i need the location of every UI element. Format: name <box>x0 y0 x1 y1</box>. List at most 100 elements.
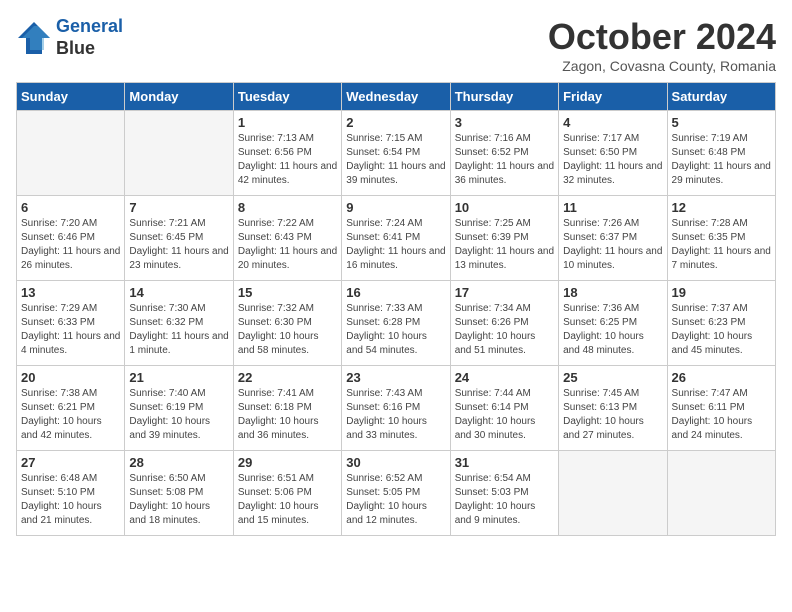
day-number: 19 <box>672 285 771 300</box>
day-info: Sunrise: 7:37 AMSunset: 6:23 PMDaylight:… <box>672 302 771 358</box>
calendar-cell: 23Sunrise: 7:43 AMSunset: 6:16 PMDayligh… <box>342 366 450 451</box>
day-info: Sunrise: 6:50 AMSunset: 5:08 PMDaylight:… <box>129 472 228 528</box>
calendar-cell <box>559 451 667 536</box>
calendar-week-row: 20Sunrise: 7:38 AMSunset: 6:21 PMDayligh… <box>17 366 776 451</box>
day-number: 10 <box>455 200 554 215</box>
day-info: Sunrise: 7:20 AMSunset: 6:46 PMDaylight:… <box>21 217 120 273</box>
calendar-cell: 29 Sunrise: 6:51 AMSunset: 5:06 PMDayligh… <box>233 451 341 536</box>
calendar-cell: 21 Sunrise: 7:40 AMSunset: 6:19 PMDayligh… <box>125 366 233 451</box>
weekday-header-row: SundayMondayTuesdayWednesdayThursdayFrid… <box>17 83 776 111</box>
day-number: 28 <box>129 455 228 470</box>
day-info: Sunrise: 7:34 AMSunset: 6:26 PMDaylight:… <box>455 302 554 358</box>
calendar-cell: 6Sunrise: 7:20 AMSunset: 6:46 PMDaylight… <box>17 196 125 281</box>
calendar-cell: 11 Sunrise: 7:26 AMSunset: 6:37 PMDayligh… <box>559 196 667 281</box>
calendar-cell: 7 Sunrise: 7:21 AMSunset: 6:45 PMDaylight… <box>125 196 233 281</box>
calendar-cell: 9 Sunrise: 7:24 AMSunset: 6:41 PMDaylight… <box>342 196 450 281</box>
logo-icon <box>16 20 52 56</box>
calendar-cell <box>17 111 125 196</box>
day-info: Sunrise: 7:36 AMSunset: 6:25 PMDaylight:… <box>563 302 662 358</box>
day-info: Sunrise: 7:21 AMSunset: 6:45 PMDaylight:… <box>129 217 228 273</box>
weekday-header-thursday: Thursday <box>450 83 558 111</box>
day-number: 11 <box>563 200 662 215</box>
calendar-cell: 27 Sunrise: 6:48 AMSunset: 5:10 PMDayligh… <box>17 451 125 536</box>
weekday-header-friday: Friday <box>559 83 667 111</box>
day-number: 15 <box>238 285 337 300</box>
day-number: 30 <box>346 455 445 470</box>
day-number: 7 <box>129 200 228 215</box>
day-info: Sunrise: 7:40 AMSunset: 6:19 PMDaylight:… <box>129 387 228 443</box>
day-number: 29 <box>238 455 337 470</box>
calendar-week-row: 27 Sunrise: 6:48 AMSunset: 5:10 PMDayligh… <box>17 451 776 536</box>
day-info: Sunrise: 7:13 AMSunset: 6:56 PMDaylight:… <box>238 132 337 188</box>
day-number: 1 <box>238 115 337 130</box>
calendar-cell: 17 Sunrise: 7:34 AMSunset: 6:26 PMDayligh… <box>450 281 558 366</box>
calendar-cell: 28 Sunrise: 6:50 AMSunset: 5:08 PMDayligh… <box>125 451 233 536</box>
calendar-cell: 12Sunrise: 7:28 AMSunset: 6:35 PMDayligh… <box>667 196 775 281</box>
day-number: 8 <box>238 200 337 215</box>
calendar-cell: 1 Sunrise: 7:13 AMSunset: 6:56 PMDaylight… <box>233 111 341 196</box>
day-info: Sunrise: 6:54 AMSunset: 5:03 PMDaylight:… <box>455 472 554 528</box>
day-info: Sunrise: 6:51 AMSunset: 5:06 PMDaylight:… <box>238 472 337 528</box>
page-header: General Blue October 2024 Zagon, Covasna… <box>16 16 776 74</box>
day-info: Sunrise: 7:47 AMSunset: 6:11 PMDaylight:… <box>672 387 771 443</box>
day-info: Sunrise: 7:45 AMSunset: 6:13 PMDaylight:… <box>563 387 662 443</box>
day-info: Sunrise: 7:19 AMSunset: 6:48 PMDaylight:… <box>672 132 771 188</box>
day-number: 31 <box>455 455 554 470</box>
day-number: 4 <box>563 115 662 130</box>
calendar-week-row: 6Sunrise: 7:20 AMSunset: 6:46 PMDaylight… <box>17 196 776 281</box>
day-info: Sunrise: 7:22 AMSunset: 6:43 PMDaylight:… <box>238 217 337 273</box>
day-number: 20 <box>21 370 120 385</box>
day-info: Sunrise: 7:16 AMSunset: 6:52 PMDaylight:… <box>455 132 554 188</box>
calendar-week-row: 13 Sunrise: 7:29 AMSunset: 6:33 PMDayligh… <box>17 281 776 366</box>
day-info: Sunrise: 7:29 AMSunset: 6:33 PMDaylight:… <box>21 302 120 358</box>
day-number: 24 <box>455 370 554 385</box>
day-number: 26 <box>672 370 771 385</box>
day-number: 3 <box>455 115 554 130</box>
calendar-cell: 13 Sunrise: 7:29 AMSunset: 6:33 PMDayligh… <box>17 281 125 366</box>
day-info: Sunrise: 7:43 AMSunset: 6:16 PMDaylight:… <box>346 387 445 443</box>
day-number: 21 <box>129 370 228 385</box>
calendar-cell: 22Sunrise: 7:41 AMSunset: 6:18 PMDayligh… <box>233 366 341 451</box>
calendar-cell: 18Sunrise: 7:36 AMSunset: 6:25 PMDayligh… <box>559 281 667 366</box>
day-number: 9 <box>346 200 445 215</box>
day-number: 17 <box>455 285 554 300</box>
day-info: Sunrise: 6:52 AMSunset: 5:05 PMDaylight:… <box>346 472 445 528</box>
day-info: Sunrise: 6:48 AMSunset: 5:10 PMDaylight:… <box>21 472 120 528</box>
calendar-cell: 20Sunrise: 7:38 AMSunset: 6:21 PMDayligh… <box>17 366 125 451</box>
day-info: Sunrise: 7:30 AMSunset: 6:32 PMDaylight:… <box>129 302 228 358</box>
calendar-cell: 25Sunrise: 7:45 AMSunset: 6:13 PMDayligh… <box>559 366 667 451</box>
day-number: 5 <box>672 115 771 130</box>
day-info: Sunrise: 7:41 AMSunset: 6:18 PMDaylight:… <box>238 387 337 443</box>
weekday-header-tuesday: Tuesday <box>233 83 341 111</box>
day-number: 2 <box>346 115 445 130</box>
day-info: Sunrise: 7:44 AMSunset: 6:14 PMDaylight:… <box>455 387 554 443</box>
title-block: October 2024 Zagon, Covasna County, Roma… <box>548 16 776 74</box>
logo-text: General Blue <box>56 16 123 59</box>
day-number: 27 <box>21 455 120 470</box>
calendar-cell: 5 Sunrise: 7:19 AMSunset: 6:48 PMDaylight… <box>667 111 775 196</box>
calendar-week-row: 1 Sunrise: 7:13 AMSunset: 6:56 PMDaylight… <box>17 111 776 196</box>
day-info: Sunrise: 7:24 AMSunset: 6:41 PMDaylight:… <box>346 217 445 273</box>
logo-line1: General <box>56 16 123 36</box>
calendar-cell: 8 Sunrise: 7:22 AMSunset: 6:43 PMDaylight… <box>233 196 341 281</box>
day-info: Sunrise: 7:15 AMSunset: 6:54 PMDaylight:… <box>346 132 445 188</box>
day-number: 14 <box>129 285 228 300</box>
day-info: Sunrise: 7:25 AMSunset: 6:39 PMDaylight:… <box>455 217 554 273</box>
day-info: Sunrise: 7:26 AMSunset: 6:37 PMDaylight:… <box>563 217 662 273</box>
day-number: 13 <box>21 285 120 300</box>
location: Zagon, Covasna County, Romania <box>548 58 776 74</box>
month-title: October 2024 <box>548 16 776 58</box>
logo-line2: Blue <box>56 38 123 60</box>
calendar-cell: 10 Sunrise: 7:25 AMSunset: 6:39 PMDayligh… <box>450 196 558 281</box>
weekday-header-saturday: Saturday <box>667 83 775 111</box>
day-info: Sunrise: 7:32 AMSunset: 6:30 PMDaylight:… <box>238 302 337 358</box>
calendar-cell: 19 Sunrise: 7:37 AMSunset: 6:23 PMDayligh… <box>667 281 775 366</box>
logo: General Blue <box>16 16 123 59</box>
day-number: 16 <box>346 285 445 300</box>
weekday-header-sunday: Sunday <box>17 83 125 111</box>
calendar-cell: 26 Sunrise: 7:47 AMSunset: 6:11 PMDayligh… <box>667 366 775 451</box>
calendar-cell: 2 Sunrise: 7:15 AMSunset: 6:54 PMDaylight… <box>342 111 450 196</box>
day-number: 12 <box>672 200 771 215</box>
day-info: Sunrise: 7:17 AMSunset: 6:50 PMDaylight:… <box>563 132 662 188</box>
calendar-cell: 4 Sunrise: 7:17 AMSunset: 6:50 PMDaylight… <box>559 111 667 196</box>
